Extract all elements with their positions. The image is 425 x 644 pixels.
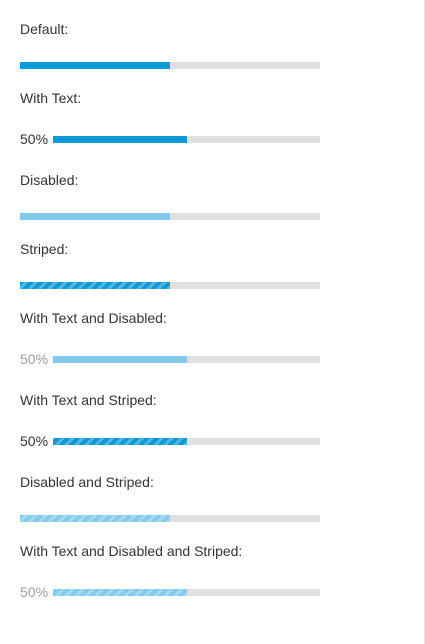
progress-track	[53, 356, 320, 363]
progress-row	[20, 510, 320, 526]
progress-percent-text: 50%	[20, 351, 49, 367]
section-label: With Text and Disabled and Striped:	[20, 543, 243, 559]
section-label: Disabled:	[20, 172, 79, 188]
progress-track	[53, 136, 320, 143]
progress-bar-demo-page: Default: With Text: 50% Disabled: Stripe…	[0, 0, 425, 644]
progress-track	[20, 515, 320, 522]
progress-track	[53, 438, 320, 445]
progress-fill	[20, 515, 170, 522]
section-label: With Text:	[20, 90, 82, 106]
progress-track	[20, 62, 320, 69]
section-label: With Text and Disabled:	[20, 310, 167, 326]
progress-row: 50%	[20, 351, 320, 367]
progress-row: 50%	[20, 433, 320, 449]
progress-fill	[20, 213, 170, 220]
progress-fill	[53, 589, 187, 596]
section-label: With Text and Striped:	[20, 392, 157, 408]
section-label: Default:	[20, 21, 69, 37]
section-label: Striped:	[20, 241, 69, 257]
progress-row: 50%	[20, 584, 320, 600]
progress-percent-text: 50%	[20, 584, 49, 600]
progress-fill	[20, 282, 170, 289]
progress-fill	[53, 438, 187, 445]
progress-track	[20, 282, 320, 289]
section-label: Disabled and Striped:	[20, 474, 154, 490]
progress-percent-text: 50%	[20, 131, 49, 147]
progress-row: 50%	[20, 131, 320, 147]
progress-fill	[53, 136, 187, 143]
progress-track	[20, 213, 320, 220]
progress-fill	[53, 356, 187, 363]
progress-percent-text: 50%	[20, 433, 49, 449]
progress-row	[20, 277, 320, 293]
progress-fill	[20, 62, 170, 69]
progress-row	[20, 57, 320, 73]
progress-row	[20, 208, 320, 224]
progress-track	[53, 589, 320, 596]
